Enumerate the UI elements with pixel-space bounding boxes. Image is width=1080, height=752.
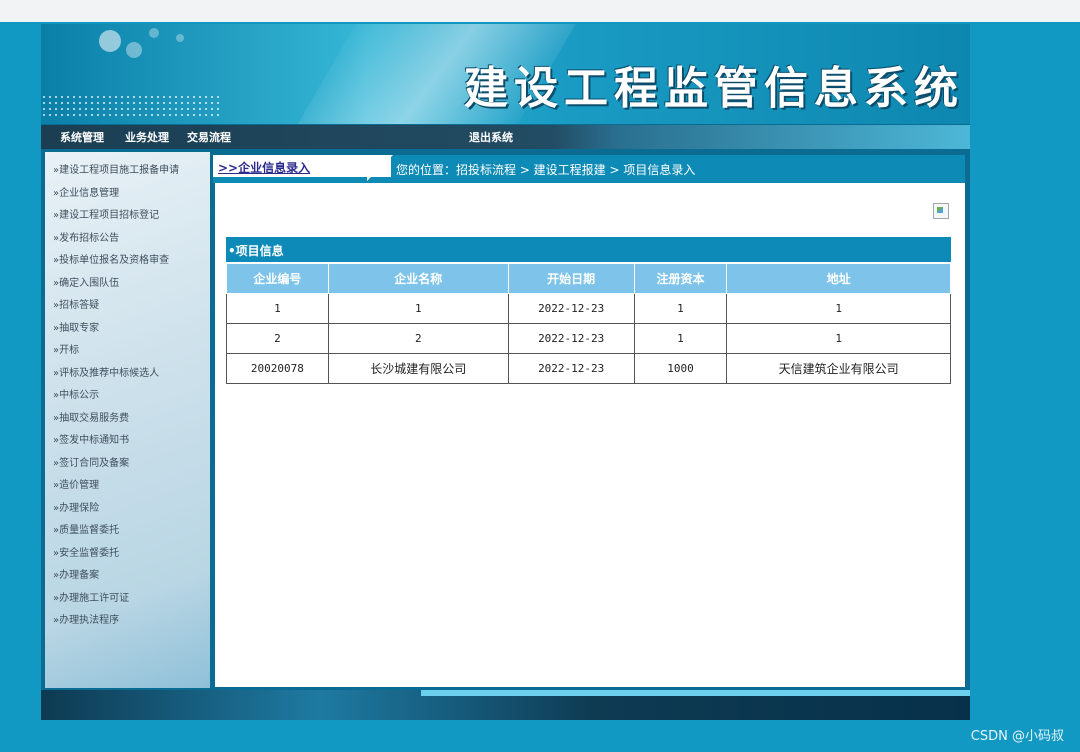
project-info-table: 企业编号 企业名称 开始日期 注册资本 地址 1 1 2022-12-23 1 … bbox=[226, 263, 951, 384]
sidebar-item-select-experts[interactable]: »抽取专家 bbox=[53, 318, 210, 341]
table-cell: 1 bbox=[726, 293, 951, 324]
table-cell: 1 bbox=[726, 323, 951, 354]
sidebar-item-bid-registration[interactable]: »建设工程项目招标登记 bbox=[53, 205, 210, 228]
nav-system-management[interactable]: 系统管理 bbox=[60, 129, 104, 145]
sidebar-item-enterprise-info[interactable]: »企业信息管理 bbox=[53, 183, 210, 206]
sidebar-item-enforcement[interactable]: »办理执法程序 bbox=[53, 610, 210, 633]
column-header: 注册资本 bbox=[633, 263, 728, 294]
bokeh-decoration bbox=[126, 42, 142, 58]
watermark: CSDN @小码叔 bbox=[970, 729, 1064, 744]
panel-title-text: •项目信息 bbox=[228, 244, 284, 258]
tab-label[interactable]: >>企业信息录入 bbox=[218, 159, 310, 176]
table-header-row: 企业编号 企业名称 开始日期 注册资本 地址 bbox=[226, 263, 951, 294]
table-cell: 天信建筑企业有限公司 bbox=[726, 353, 951, 384]
table-cell: 1 bbox=[327, 293, 509, 324]
sidebar-item-publish-bid-notice[interactable]: »发布招标公告 bbox=[53, 228, 210, 251]
table-cell: 长沙城建有限公司 bbox=[327, 353, 509, 384]
sidebar-item-insurance[interactable]: »办理保险 bbox=[53, 498, 210, 521]
bokeh-decoration bbox=[149, 28, 159, 38]
main-content: •项目信息 企业编号 企业名称 开始日期 注册资本 地址 1 1 2022-12… bbox=[215, 183, 965, 687]
app-window: 建设工程监管信息系统 系统管理 业务处理 交易流程 退出系统 »建设工程项目施工… bbox=[41, 24, 970, 720]
sidebar-item-bid-opening[interactable]: »开标 bbox=[53, 340, 210, 363]
column-header: 企业编号 bbox=[226, 263, 329, 294]
sidebar-menu: »建设工程项目施工报备申请 »企业信息管理 »建设工程项目招标登记 »发布招标公… bbox=[45, 152, 210, 688]
column-header: 开始日期 bbox=[507, 263, 635, 294]
top-nav-bar: 系统管理 业务处理 交易流程 退出系统 bbox=[41, 125, 970, 149]
sidebar-item-cost-management[interactable]: »造价管理 bbox=[53, 475, 210, 498]
table-cell: 20020078 bbox=[226, 353, 329, 384]
table-cell: 1 bbox=[633, 323, 728, 354]
broken-image-icon bbox=[933, 203, 949, 219]
column-header: 地址 bbox=[726, 263, 951, 294]
sidebar-item-contract-filing[interactable]: »签订合同及备案 bbox=[53, 453, 210, 476]
table-row: 20020078 长沙城建有限公司 2022-12-23 1000 天信建筑企业… bbox=[226, 353, 951, 384]
sidebar-item-safety-supervision[interactable]: »安全监督委托 bbox=[53, 543, 210, 566]
sidebar-item-award-publicity[interactable]: »中标公示 bbox=[53, 385, 210, 408]
bokeh-decoration bbox=[176, 34, 184, 42]
panel-title: •项目信息 bbox=[226, 237, 951, 262]
system-title: 建设工程监管信息系统 bbox=[464, 63, 964, 114]
nav-business-processing[interactable]: 业务处理 bbox=[125, 129, 169, 145]
table-cell: 2022-12-23 bbox=[507, 353, 635, 384]
table-cell: 1 bbox=[226, 293, 329, 324]
sidebar-item-construction-permit[interactable]: »办理施工许可证 bbox=[53, 588, 210, 611]
table-row: 1 1 2022-12-23 1 1 bbox=[226, 293, 951, 324]
bokeh-decoration bbox=[99, 30, 121, 52]
table-cell: 2022-12-23 bbox=[507, 323, 635, 354]
sidebar-item-filing[interactable]: »办理备案 bbox=[53, 565, 210, 588]
table-cell: 2 bbox=[327, 323, 509, 354]
nav-trading-process[interactable]: 交易流程 bbox=[187, 129, 231, 145]
header-banner: 建设工程监管信息系统 bbox=[41, 24, 970, 124]
column-header: 企业名称 bbox=[327, 263, 509, 294]
table-cell: 2 bbox=[226, 323, 329, 354]
sidebar-item-project-filing[interactable]: »建设工程项目施工报备申请 bbox=[53, 160, 210, 183]
logout-button[interactable]: 退出系统 bbox=[469, 129, 513, 145]
tab-notch-decoration bbox=[367, 155, 393, 181]
tab-enterprise-info-entry[interactable]: >>企业信息录入 bbox=[213, 155, 391, 177]
sidebar-item-evaluation[interactable]: »评标及推荐中标候选人 bbox=[53, 363, 210, 386]
sidebar-item-shortlist[interactable]: »确定入围队伍 bbox=[53, 273, 210, 296]
table-cell: 2022-12-23 bbox=[507, 293, 635, 324]
footer-glow-decoration bbox=[421, 690, 970, 696]
breadcrumb: 您的位置：招投标流程 > 建设工程报建 > 项目信息录入 bbox=[396, 163, 696, 177]
table-row: 2 2 2022-12-23 1 1 bbox=[226, 323, 951, 354]
sidebar-item-award-notice[interactable]: »签发中标通知书 bbox=[53, 430, 210, 453]
sidebar-item-quality-supervision[interactable]: »质量监督委托 bbox=[53, 520, 210, 543]
dot-pattern-decoration bbox=[41, 94, 221, 118]
browser-top-strip bbox=[0, 0, 1080, 22]
table-cell: 1000 bbox=[633, 353, 728, 384]
sidebar-item-bid-qa[interactable]: »招标答疑 bbox=[53, 295, 210, 318]
table-cell: 1 bbox=[633, 293, 728, 324]
sidebar-item-service-fee[interactable]: »抽取交易服务费 bbox=[53, 408, 210, 431]
sidebar-item-bidder-qualification[interactable]: »投标单位报名及资格审查 bbox=[53, 250, 210, 273]
